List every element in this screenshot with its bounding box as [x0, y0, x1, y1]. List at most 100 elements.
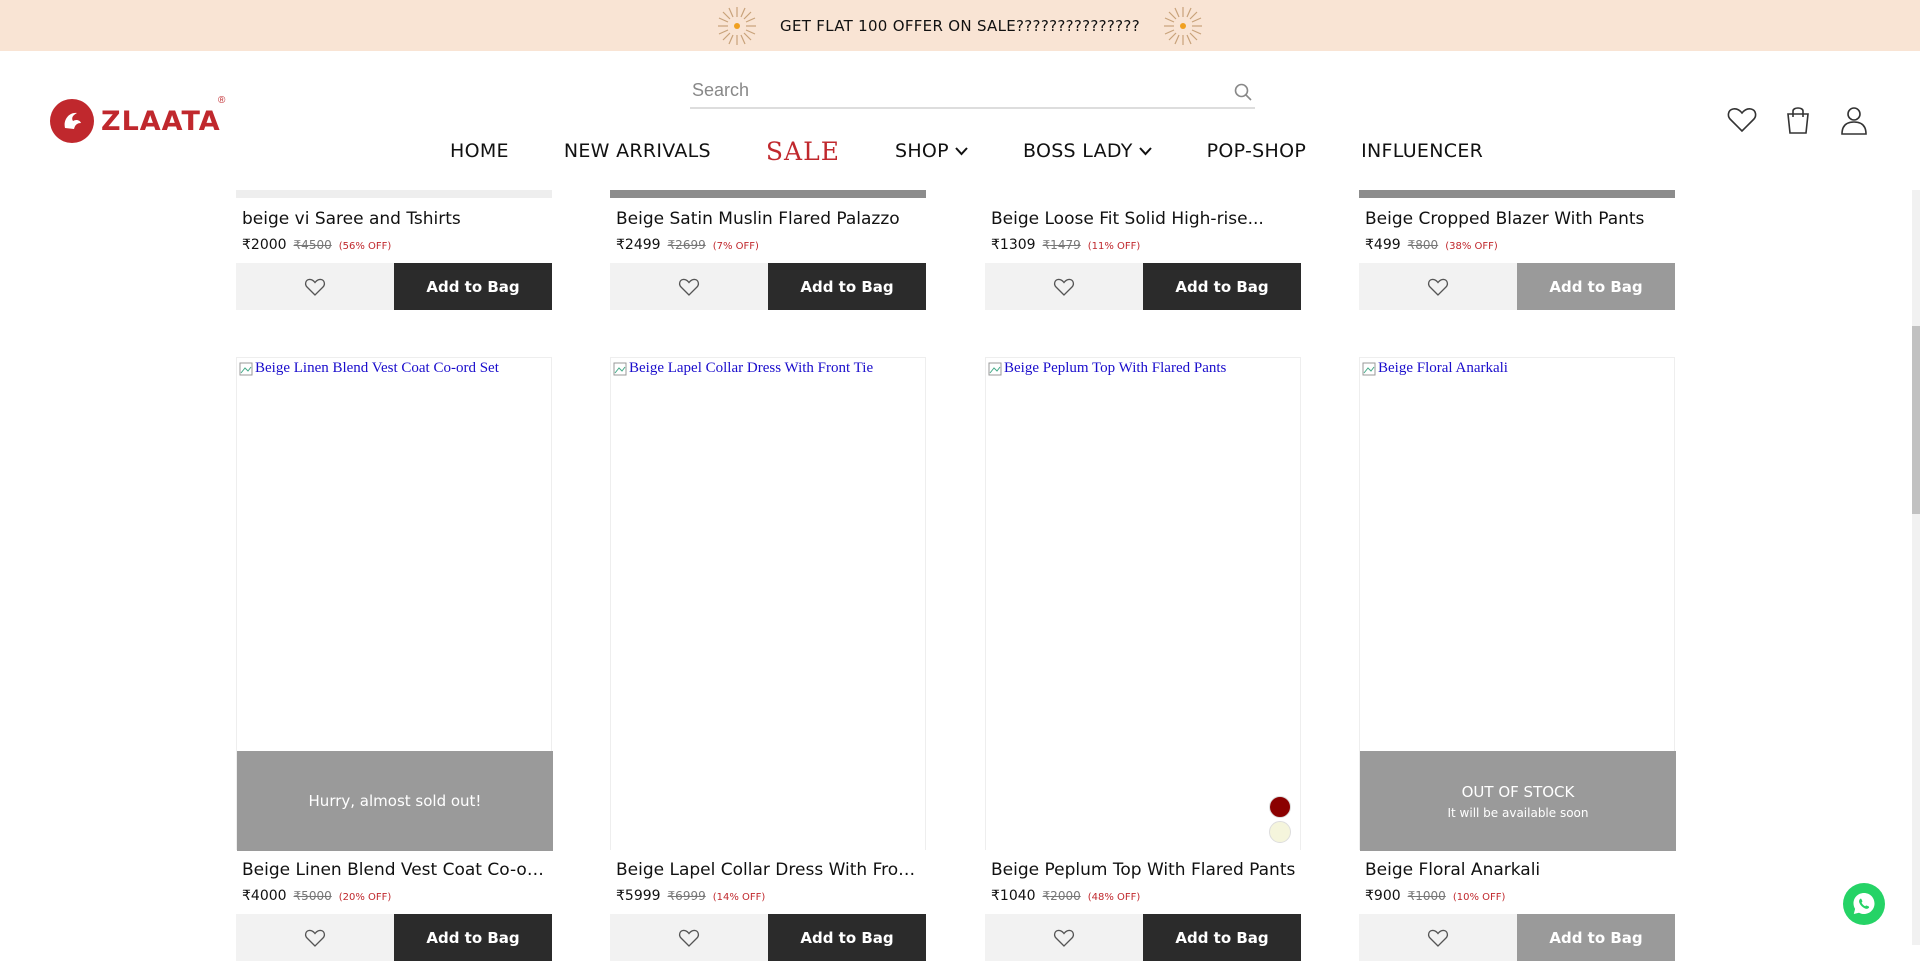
product-image-edge	[985, 190, 1301, 198]
product-card[interactable]: Beige Linen Blend Vest Coat Co-ord Set H…	[236, 357, 553, 961]
product-price: ₹2000	[242, 237, 287, 253]
wishlist-button[interactable]	[610, 914, 768, 961]
product-name[interactable]: Beige Lapel Collar Dress With Front...	[616, 860, 922, 880]
product-image-edge	[236, 190, 552, 198]
product-card[interactable]: Beige Lapel Collar Dress With Front Tie …	[610, 357, 926, 961]
nav-boss-lady[interactable]: BOSS LADY	[1023, 140, 1152, 162]
nav-influencer[interactable]: INFLUENCER	[1361, 140, 1483, 162]
logo-mark-icon	[50, 99, 94, 143]
registered-mark: ®	[218, 95, 226, 106]
wishlist-button[interactable]	[1359, 914, 1517, 961]
product-card[interactable]: Beige Loose Fit Solid High-rise... ₹1309…	[985, 190, 1301, 310]
product-name[interactable]: beige vi Saree and Tshirts	[242, 209, 461, 229]
wishlist-heart-icon[interactable]	[1726, 104, 1758, 136]
heart-icon	[678, 929, 700, 947]
color-swatch-beige[interactable]	[1269, 821, 1291, 843]
product-image[interactable]: Beige Lapel Collar Dress With Front Tie	[610, 357, 926, 850]
product-card[interactable]: beige vi Saree and Tshirts ₹2000 ₹4500 (…	[236, 190, 552, 310]
nav-sale[interactable]: SALE	[766, 137, 840, 166]
product-card[interactable]: Beige Floral Anarkali OUT OF STOCK It wi…	[1359, 357, 1676, 961]
wishlist-button[interactable]	[236, 914, 394, 961]
product-name[interactable]: Beige Linen Blend Vest Coat Co-ord...	[242, 860, 548, 880]
nav-home-label: HOME	[450, 140, 509, 162]
nav-pop-shop-label: POP-SHOP	[1206, 140, 1307, 162]
wishlist-button[interactable]	[985, 914, 1143, 961]
scrollbar-thumb[interactable]	[1912, 326, 1920, 514]
nav-pop-shop[interactable]: POP-SHOP	[1207, 140, 1306, 162]
heart-icon	[304, 929, 326, 947]
card-actions: Add to Bag	[236, 914, 552, 961]
search-icon[interactable]	[1233, 82, 1253, 102]
product-card[interactable]: Beige Satin Muslin Flared Palazzo ₹2499 …	[610, 190, 926, 310]
wishlist-button[interactable]	[610, 263, 768, 310]
stock-overlay: OUT OF STOCK It will be available soon	[1360, 751, 1676, 851]
heart-icon	[1427, 278, 1449, 296]
product-name[interactable]: Beige Peplum Top With Flared Pants	[991, 860, 1295, 880]
product-image[interactable]: Beige Floral Anarkali OUT OF STOCK It wi…	[1359, 357, 1676, 851]
shopping-bag-icon[interactable]	[1782, 104, 1814, 136]
product-card[interactable]: Beige Cropped Blazer With Pants ₹499 ₹80…	[1359, 190, 1675, 310]
product-mrp: ₹800	[1407, 238, 1439, 252]
image-alt-label: Beige Floral Anarkali	[1378, 360, 1508, 376]
add-to-bag-button[interactable]: Add to Bag	[1143, 914, 1301, 961]
product-image[interactable]: Beige Linen Blend Vest Coat Co-ord Set H…	[236, 357, 553, 851]
add-to-bag-button-disabled[interactable]: Add to Bag	[1517, 914, 1675, 961]
product-mrp: ₹4500	[293, 238, 332, 252]
whatsapp-chat-button[interactable]	[1843, 883, 1885, 925]
logo[interactable]: ZLAATA ®	[50, 95, 225, 143]
announcement-text: GET FLAT 100 OFFER ON SALE??????????????…	[780, 16, 1140, 35]
product-image[interactable]: Beige Peplum Top With Flared Pants	[985, 357, 1301, 850]
heart-icon	[678, 278, 700, 296]
product-name[interactable]: Beige Loose Fit Solid High-rise...	[991, 209, 1264, 229]
nav-shop[interactable]: SHOP	[895, 140, 968, 162]
wishlist-button[interactable]	[985, 263, 1143, 310]
wishlist-button[interactable]	[236, 263, 394, 310]
nav-home[interactable]: HOME	[450, 140, 509, 162]
image-alt-text: Beige Lapel Collar Dress With Front Tie	[613, 360, 873, 377]
card-actions: Add to Bag	[1359, 263, 1675, 310]
price-row: ₹4000 ₹5000 (20% OFF)	[242, 888, 391, 904]
nav-new-arrivals-label: NEW ARRIVALS	[563, 140, 711, 162]
heart-icon	[1053, 929, 1075, 947]
add-to-bag-button[interactable]: Add to Bag	[1143, 263, 1301, 310]
search-bar	[690, 74, 1255, 109]
product-mrp: ₹5000	[293, 889, 332, 903]
heart-icon	[1053, 278, 1075, 296]
card-actions: Add to Bag	[610, 263, 926, 310]
price-row: ₹499 ₹800 (38% OFF)	[1365, 237, 1498, 253]
product-price: ₹900	[1365, 888, 1401, 904]
product-price: ₹1040	[991, 888, 1036, 904]
price-row: ₹5999 ₹6999 (14% OFF)	[616, 888, 765, 904]
product-discount: (11% OFF)	[1087, 241, 1141, 252]
add-to-bag-button[interactable]: Add to Bag	[768, 263, 926, 310]
nav-new-arrivals[interactable]: NEW ARRIVALS	[564, 140, 711, 162]
color-swatch-maroon[interactable]	[1269, 796, 1291, 818]
price-row: ₹900 ₹1000 (10% OFF)	[1365, 888, 1505, 904]
chevron-down-icon	[955, 146, 968, 155]
price-row: ₹1040 ₹2000 (48% OFF)	[991, 888, 1140, 904]
broken-image-icon	[239, 362, 253, 375]
add-to-bag-button[interactable]: Add to Bag	[394, 914, 552, 961]
main-nav: HOME NEW ARRIVALS SALE SHOP BOSS LADY PO…	[450, 131, 1538, 171]
product-price: ₹2499	[616, 237, 661, 253]
product-name[interactable]: Beige Cropped Blazer With Pants	[1365, 209, 1644, 229]
nav-sale-label: SALE	[765, 136, 840, 166]
add-to-bag-button-disabled[interactable]: Add to Bag	[1517, 263, 1675, 310]
add-to-bag-button[interactable]: Add to Bag	[394, 263, 552, 310]
product-card[interactable]: Beige Peplum Top With Flared Pants Beige…	[985, 357, 1301, 961]
firework-icon	[718, 6, 757, 45]
add-to-bag-button[interactable]: Add to Bag	[768, 914, 926, 961]
product-mrp: ₹6999	[667, 889, 706, 903]
price-row: ₹2499 ₹2699 (7% OFF)	[616, 237, 759, 253]
wishlist-button[interactable]	[1359, 263, 1517, 310]
image-alt-text: Beige Peplum Top With Flared Pants	[988, 360, 1226, 377]
nav-shop-label: SHOP	[894, 140, 949, 162]
product-price: ₹4000	[242, 888, 287, 904]
product-name[interactable]: Beige Satin Muslin Flared Palazzo	[616, 209, 900, 229]
product-price: ₹5999	[616, 888, 661, 904]
product-price: ₹499	[1365, 237, 1401, 253]
image-alt-text: Beige Floral Anarkali	[1362, 360, 1508, 377]
product-name[interactable]: Beige Floral Anarkali	[1365, 860, 1540, 880]
user-account-icon[interactable]	[1838, 104, 1870, 136]
search-input[interactable]	[690, 80, 1210, 101]
